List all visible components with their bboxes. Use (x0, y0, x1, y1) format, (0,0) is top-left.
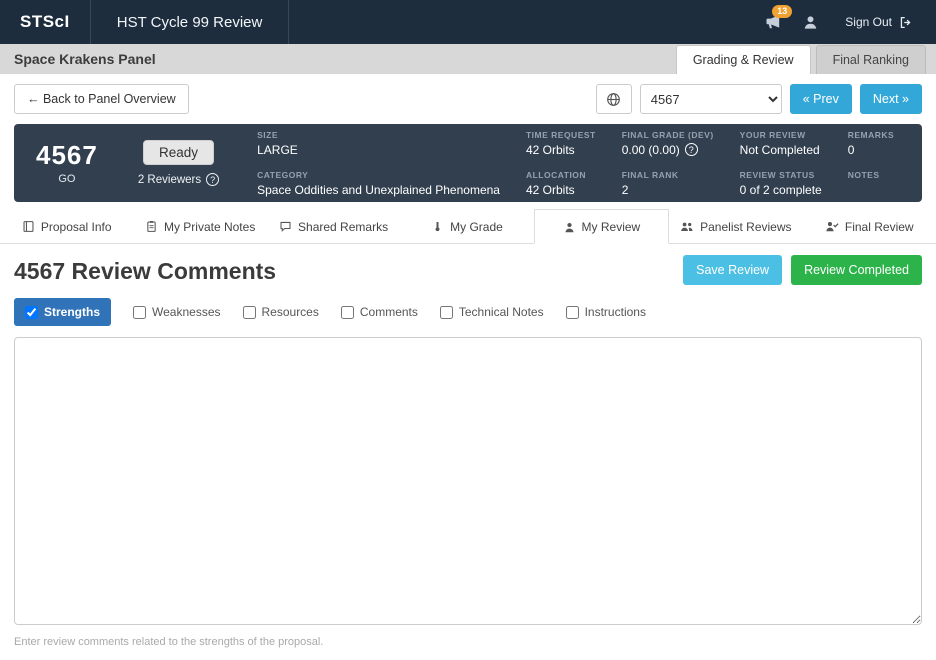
tab-label: My Private Notes (164, 220, 255, 234)
back-to-panel-overview-button[interactable]: ← Back to Panel Overview (14, 84, 189, 114)
review-header: 4567 Review Comments Save Review Review … (14, 254, 922, 285)
panel-mode-tabs: Grading & Review Final Ranking (676, 45, 936, 74)
tab-final-ranking[interactable]: Final Ranking (816, 45, 926, 74)
weaknesses-checkbox[interactable] (133, 306, 146, 319)
category-label: Weaknesses (152, 305, 220, 319)
tab-label: My Review (582, 220, 641, 234)
stat-category: CATEGORY Space Oddities and Unexplained … (257, 170, 500, 197)
category-resources[interactable]: Resources (243, 305, 319, 319)
proposal-navigation: 4567 « Prev Next » (596, 84, 922, 114)
strengths-checkbox[interactable] (25, 306, 38, 319)
resources-checkbox[interactable] (243, 306, 256, 319)
tab-label: My Grade (450, 220, 503, 234)
tab-label: Proposal Info (41, 220, 112, 234)
category-instructions[interactable]: Instructions (566, 305, 646, 319)
tab-shared-remarks[interactable]: Shared Remarks (267, 209, 400, 243)
proposal-number: 4567 (36, 141, 98, 170)
stat-size: SIZE LARGE (257, 130, 500, 157)
stat-final-grade: FINAL GRADE (DEV) 0.00 (0.00) ? (622, 130, 714, 157)
proposal-stats-grid: SIZE LARGE CATEGORY Space Oddities and U… (257, 130, 894, 197)
proposal-id-block: 4567 GO (36, 141, 98, 186)
page-title: 4567 Review Comments (14, 258, 276, 285)
proposal-select[interactable]: 4567 (640, 84, 782, 114)
tab-proposal-info[interactable]: Proposal Info (0, 209, 133, 243)
tab-grading-and-review[interactable]: Grading & Review (676, 45, 811, 74)
app-title: HST Cycle 99 Review (91, 0, 290, 44)
proposal-type: GO (36, 173, 98, 185)
stat-notes: NOTES (848, 170, 894, 197)
thermometer-icon (431, 220, 444, 233)
tab-final-review[interactable]: Final Review (803, 209, 936, 243)
tab-label: Panelist Reviews (700, 220, 791, 234)
tab-label: Final Review (845, 220, 914, 234)
final-grade-help-icon[interactable]: ? (685, 143, 698, 156)
content-tab-bar: Proposal Info My Private Notes Shared Re… (0, 209, 936, 244)
category-weaknesses[interactable]: Weaknesses (133, 305, 220, 319)
category-label: Comments (360, 305, 418, 319)
category-label: Strengths (44, 305, 100, 319)
stat-review-status: REVIEW STATUS 0 of 2 complete (740, 170, 822, 197)
proposal-summary-card: 4567 GO Ready 2 Reviewers ? SIZE LARGE C… (14, 124, 922, 202)
comment-hint-text: Enter review comments related to the str… (14, 636, 922, 648)
account-button[interactable] (802, 14, 819, 31)
notifications-button[interactable]: 13 (764, 13, 782, 31)
chat-icon (279, 220, 292, 233)
category-comments[interactable]: Comments (341, 305, 418, 319)
globe-button[interactable] (596, 84, 632, 114)
users-icon (680, 220, 694, 233)
review-section: 4567 Review Comments Save Review Review … (0, 244, 936, 648)
next-proposal-button[interactable]: Next » (860, 84, 922, 114)
category-strengths[interactable]: Strengths (14, 298, 111, 326)
reviewers-label: 2 Reviewers (138, 174, 201, 186)
comments-checkbox[interactable] (341, 306, 354, 319)
review-completed-button[interactable]: Review Completed (791, 255, 922, 285)
review-actions: Save Review Review Completed (683, 255, 922, 285)
reviewers-count: 2 Reviewers ? (138, 173, 219, 186)
sign-out-button[interactable]: Sign Out (839, 14, 918, 30)
prev-proposal-button[interactable]: « Prev (790, 84, 852, 114)
category-label: Instructions (585, 305, 646, 319)
book-icon (22, 220, 35, 233)
tab-my-review[interactable]: My Review (534, 209, 669, 244)
technical-notes-checkbox[interactable] (440, 306, 453, 319)
instructions-checkbox[interactable] (566, 306, 579, 319)
user-icon (802, 14, 819, 31)
tab-my-private-notes[interactable]: My Private Notes (133, 209, 266, 243)
stat-final-rank: FINAL RANK 2 (622, 170, 714, 197)
top-navbar: STScI HST Cycle 99 Review 13 Sign Out (0, 0, 936, 44)
clipboard-icon (145, 220, 158, 233)
panel-title: Space Krakens Panel (0, 51, 156, 67)
stat-allocation: ALLOCATION 42 Orbits (526, 170, 596, 197)
stat-remarks: REMARKS 0 (848, 130, 894, 157)
stat-time-request: TIME REQUEST 42 Orbits (526, 130, 596, 157)
stsci-logo[interactable]: STScI (0, 0, 91, 44)
category-label: Technical Notes (459, 305, 544, 319)
user-icon (563, 221, 576, 234)
sign-out-label: Sign Out (845, 15, 892, 29)
sign-out-icon (899, 16, 912, 29)
review-comment-textarea[interactable] (14, 337, 922, 625)
stat-your-review: YOUR REVIEW Not Completed (740, 130, 822, 157)
comment-category-toggles: Strengths Weaknesses Resources Comments … (14, 298, 922, 326)
user-check-icon (825, 220, 839, 233)
tab-my-grade[interactable]: My Grade (400, 209, 533, 243)
reviewers-help-icon[interactable]: ? (206, 173, 219, 186)
panel-bar: Space Krakens Panel Grading & Review Fin… (0, 44, 936, 74)
proposal-toolbar: ← Back to Panel Overview 4567 « Prev Nex… (0, 74, 936, 122)
category-label: Resources (262, 305, 319, 319)
notification-badge: 13 (772, 5, 792, 18)
save-review-button[interactable]: Save Review (683, 255, 782, 285)
tab-panelist-reviews[interactable]: Panelist Reviews (669, 209, 802, 243)
ready-status-button[interactable]: Ready (143, 140, 214, 165)
final-grade-value: 0.00 (0.00) (622, 143, 680, 157)
globe-icon (606, 92, 621, 107)
category-technical-notes[interactable]: Technical Notes (440, 305, 544, 319)
proposal-status-block: Ready 2 Reviewers ? (138, 140, 219, 186)
navbar-actions: 13 Sign Out (764, 13, 936, 31)
tab-label: Shared Remarks (298, 220, 388, 234)
